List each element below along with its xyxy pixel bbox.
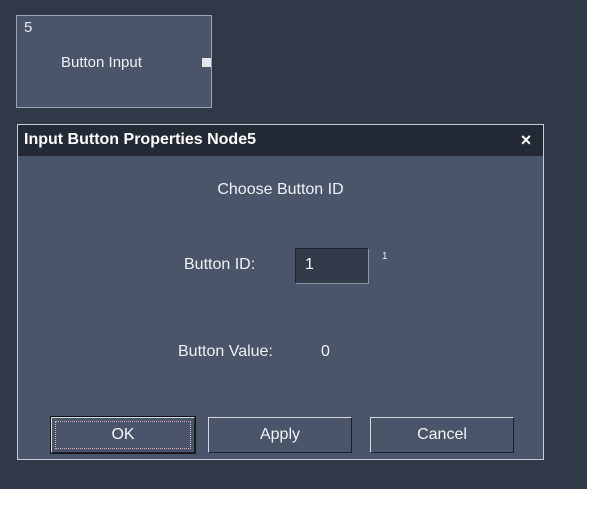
button-id-hint: 1 [382, 251, 388, 262]
close-icon[interactable]: × [517, 131, 535, 149]
node-canvas[interactable]: 5 Button Input Input Button Properties N… [0, 0, 587, 489]
button-id-input[interactable]: 1 [295, 248, 369, 284]
button-value: 0 [321, 343, 330, 360]
button-value-label: Button Value: [178, 343, 273, 360]
apply-button[interactable]: Apply [208, 417, 352, 453]
output-port[interactable] [202, 58, 211, 67]
dialog-heading: Choose Button ID [217, 181, 344, 198]
button-input-node[interactable]: 5 Button Input [16, 15, 212, 108]
focus-rectangle [55, 421, 191, 449]
dialog-title: Input Button Properties Node5 [24, 131, 256, 148]
cancel-button[interactable]: Cancel [370, 417, 514, 453]
cancel-button-label: Cancel [417, 426, 467, 443]
ok-button[interactable]: OK [50, 416, 196, 454]
apply-button-label: Apply [259, 426, 301, 443]
button-id-label: Button ID: [184, 256, 256, 273]
node-title: Button Input [61, 54, 142, 71]
node-number: 5 [24, 19, 33, 36]
properties-dialog: Input Button Properties Node5 × Choose B… [17, 124, 544, 460]
dialog-titlebar[interactable]: Input Button Properties Node5 × [18, 125, 543, 156]
